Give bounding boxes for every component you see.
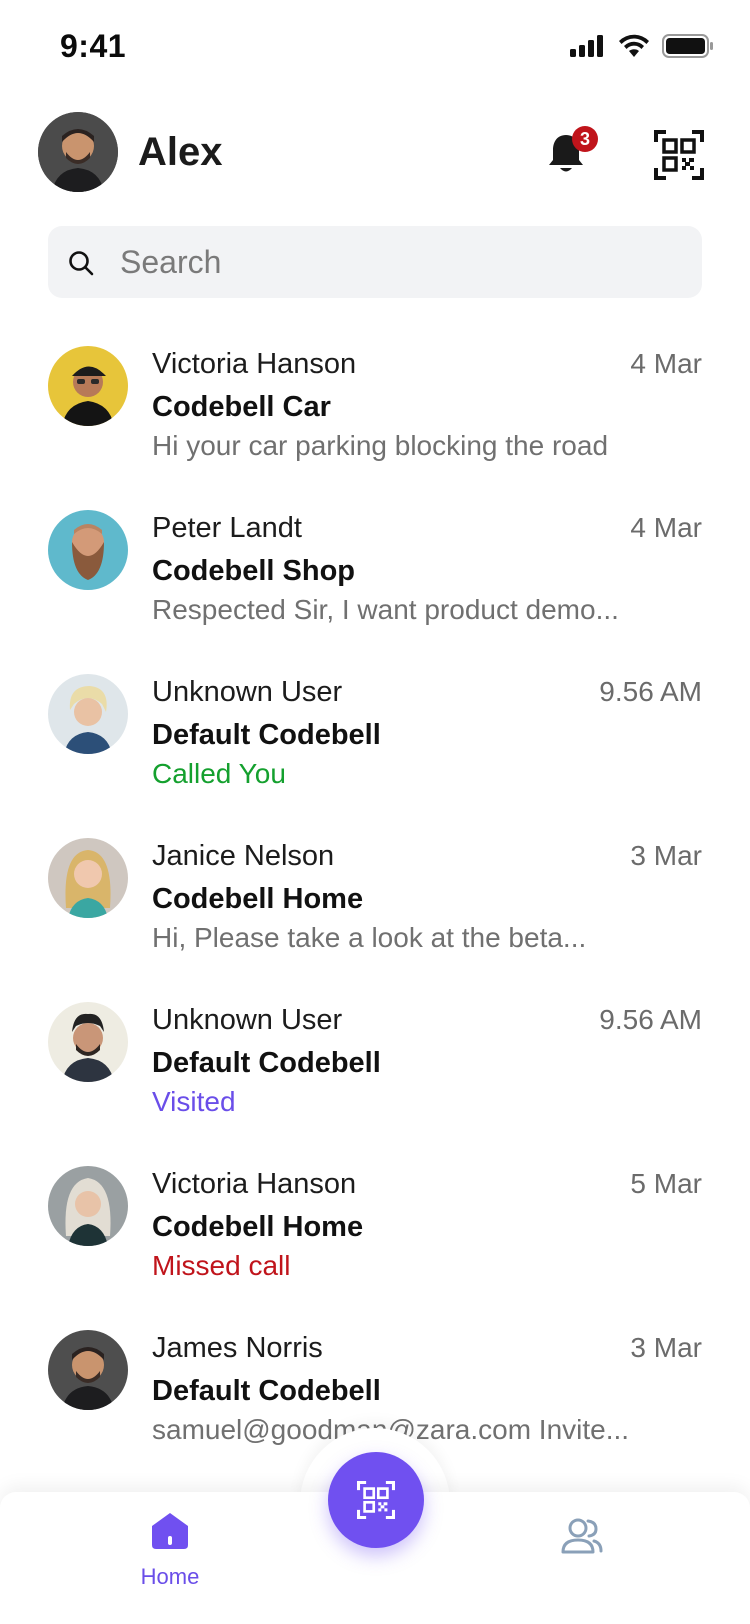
contact-name: Peter Landt [152, 512, 302, 544]
message-time: 4 Mar [630, 348, 702, 379]
nav-home-label: Home [140, 1564, 200, 1589]
codebell-title: Codebell Home [152, 1211, 364, 1243]
message-preview: Missed call [152, 1250, 291, 1281]
contact-avatar [48, 1166, 128, 1246]
contact-name: Victoria Hanson [152, 1168, 357, 1200]
conversation-item[interactable]: Janice Nelson 3 Mar Codebell Home Hi, Pl… [0, 832, 750, 996]
codebell-title: Codebell Car [152, 391, 331, 423]
message-preview: Called You [152, 758, 286, 789]
message-preview: Visited [152, 1086, 236, 1117]
contact-name: Unknown User [152, 676, 343, 708]
conversation-item[interactable]: Unknown User 9.56 AM Default Codebell Ca… [0, 668, 750, 832]
status-time: 9:41 [60, 28, 127, 64]
notification-badge: 3 [572, 126, 598, 152]
contact-avatar [48, 838, 128, 918]
contact-name: Janice Nelson [152, 840, 335, 872]
header: Alex 3 [0, 108, 750, 192]
contact-avatar [48, 1002, 128, 1082]
status-icons [570, 34, 714, 58]
message-time: 3 Mar [630, 1332, 702, 1363]
battery-icon [662, 34, 713, 58]
contact-name: Unknown User [152, 1004, 343, 1036]
qr-scan-button[interactable] [654, 130, 704, 180]
nav-contacts-tab[interactable] [560, 1516, 610, 1566]
wifi-icon [619, 34, 649, 57]
signal-icon [570, 35, 603, 57]
codebell-title: Codebell Home [152, 883, 364, 915]
users-icon [561, 1518, 603, 1554]
contact-avatar [48, 674, 128, 754]
nav-home-tab[interactable]: Home [120, 1512, 220, 1602]
qr-code-icon [357, 1481, 395, 1519]
contact-name: Victoria Hanson [152, 348, 357, 380]
contact-avatar [48, 1330, 128, 1410]
contact-avatar [48, 510, 128, 590]
message-preview: Hi your car parking blocking the road [152, 430, 609, 461]
app-screen: 9:41 Alex 3 Search Victoria Hanson 4 Mar… [0, 0, 750, 1624]
user-name: Alex [138, 130, 223, 174]
codebell-title: Default Codebell [152, 1047, 381, 1079]
message-time: 5 Mar [630, 1168, 702, 1199]
conversation-item[interactable]: Victoria Hanson 4 Mar Codebell Car Hi yo… [0, 340, 750, 504]
message-time: 4 Mar [630, 512, 702, 543]
conversation-list: Victoria Hanson 4 Mar Codebell Car Hi yo… [0, 340, 750, 1488]
qr-code-icon [654, 130, 704, 180]
conversation-item[interactable]: Peter Landt 4 Mar Codebell Shop Respecte… [0, 504, 750, 668]
contact-avatar [48, 346, 128, 426]
home-icon [152, 1513, 188, 1549]
conversation-item[interactable]: Unknown User 9.56 AM Default Codebell Vi… [0, 996, 750, 1160]
codebell-title: Default Codebell [152, 1375, 381, 1407]
status-bar: 9:41 [0, 0, 750, 100]
notifications-button[interactable]: 3 [546, 126, 602, 184]
message-preview: Hi, Please take a look at the beta... [152, 922, 587, 953]
profile-avatar[interactable] [38, 112, 118, 192]
search-icon [69, 251, 94, 276]
codebell-title: Default Codebell [152, 719, 381, 751]
search-input[interactable] [120, 226, 680, 298]
codebell-title: Codebell Shop [152, 555, 355, 587]
conversation-item[interactable]: Victoria Hanson 5 Mar Codebell Home Miss… [0, 1160, 750, 1324]
contact-name: James Norris [152, 1332, 323, 1364]
message-time: 3 Mar [630, 840, 702, 871]
message-time: 9.56 AM [599, 1004, 702, 1035]
message-preview: Respected Sir, I want product demo... [152, 594, 619, 625]
message-time: 9.56 AM [599, 676, 702, 707]
scan-qr-fab-button[interactable] [328, 1452, 424, 1548]
search-bar[interactable] [48, 226, 702, 298]
